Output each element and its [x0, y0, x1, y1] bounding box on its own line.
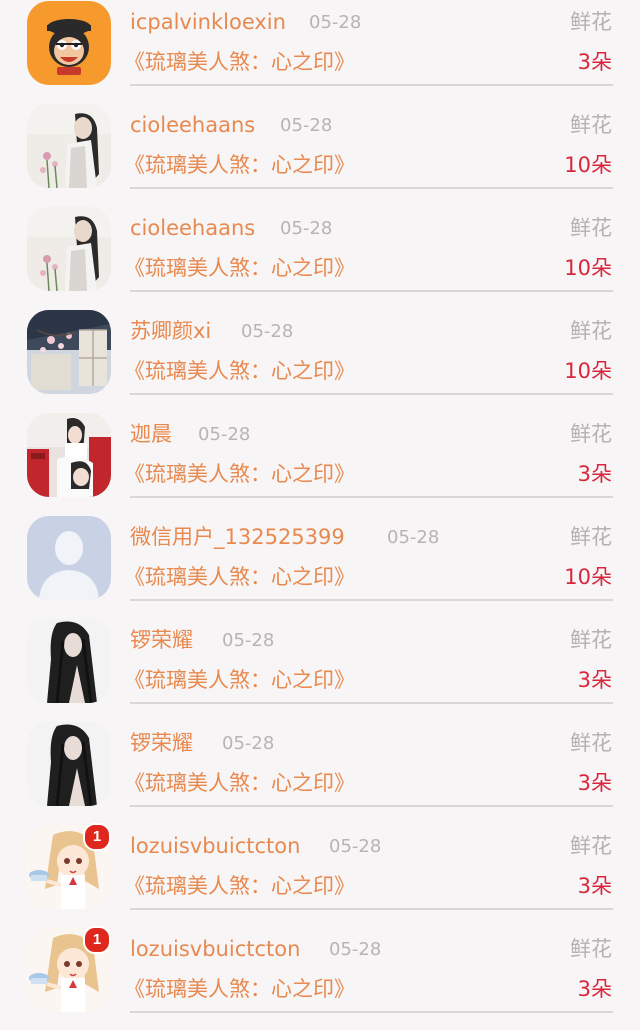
date: 05-28	[280, 218, 333, 239]
list-item[interactable]: 苏卿颜xi 05-28 鲜花 《琉璃美人煞：心之印》 10朵	[0, 309, 640, 412]
username[interactable]: 锣荣耀	[130, 729, 193, 757]
list-item[interactable]: icpalvinkloexin 05-28 鲜花 《琉璃美人煞：心之印》 3朵	[0, 0, 640, 103]
list-item[interactable]: 迦晨 05-28 鲜花 《琉璃美人煞：心之印》 3朵	[0, 412, 640, 515]
book-title[interactable]: 《琉璃美人煞：心之印》	[124, 768, 355, 798]
gift-type: 鲜花	[570, 113, 612, 137]
gift-type: 鲜花	[570, 216, 612, 240]
username[interactable]: 苏卿颜xi	[130, 317, 211, 345]
gift-type: 鲜花	[570, 319, 612, 343]
date: 05-28	[222, 630, 275, 651]
divider	[130, 1011, 613, 1013]
gift-record-list: icpalvinkloexin 05-28 鲜花 《琉璃美人煞：心之印》 3朵 …	[0, 0, 640, 1013]
username[interactable]: cioleehaans	[130, 111, 255, 139]
book-title[interactable]: 《琉璃美人煞：心之印》	[124, 871, 355, 901]
username[interactable]: 锣荣耀	[130, 626, 193, 654]
gift-count: 3朵	[577, 874, 612, 898]
notification-badge: 1	[83, 823, 111, 851]
list-item[interactable]: 锣荣耀 05-28 鲜花 《琉璃美人煞：心之印》 3朵	[0, 618, 640, 721]
gift-count: 3朵	[577, 462, 612, 486]
list-item[interactable]: 锣荣耀 05-28 鲜花 《琉璃美人煞：心之印》 3朵	[0, 721, 640, 824]
gift-count: 3朵	[577, 771, 612, 795]
date: 05-28	[329, 836, 382, 857]
list-item[interactable]: cioleehaans 05-28 鲜花 《琉璃美人煞：心之印》 10朵	[0, 206, 640, 309]
gift-type: 鲜花	[570, 731, 612, 755]
list-item[interactable]: cioleehaans 05-28 鲜花 《琉璃美人煞：心之印》 10朵	[0, 103, 640, 206]
book-title[interactable]: 《琉璃美人煞：心之印》	[124, 253, 355, 283]
gift-count: 10朵	[564, 565, 612, 589]
divider	[130, 84, 613, 86]
blossom-window-avatar[interactable]	[27, 310, 111, 394]
dark-hair-girl-avatar[interactable]	[27, 722, 111, 806]
gift-count: 10朵	[564, 153, 612, 177]
gift-count: 3朵	[577, 668, 612, 692]
date: 05-28	[387, 527, 440, 548]
notification-badge: 1	[83, 926, 111, 954]
gift-count: 3朵	[577, 50, 612, 74]
divider	[130, 805, 613, 807]
list-item[interactable]: 1 lozuisvbuictcton 05-28 鲜花 《琉璃美人煞：心之印》 …	[0, 926, 640, 1030]
book-title[interactable]: 《琉璃美人煞：心之印》	[124, 459, 355, 489]
book-title[interactable]: 《琉璃美人煞：心之印》	[124, 562, 355, 592]
username[interactable]: 迦晨	[130, 420, 172, 448]
date: 05-28	[280, 115, 333, 136]
gift-type: 鲜花	[570, 937, 612, 961]
username[interactable]: cioleehaans	[130, 214, 255, 242]
dark-hair-girl-avatar[interactable]	[27, 619, 111, 703]
gift-type: 鲜花	[570, 422, 612, 446]
gift-count: 10朵	[564, 256, 612, 280]
book-title[interactable]: 《琉璃美人煞：心之印》	[124, 356, 355, 386]
gift-count: 10朵	[564, 359, 612, 383]
list-item[interactable]: 微信用户_132525399 05-28 鲜花 《琉璃美人煞：心之印》 10朵	[0, 515, 640, 618]
gift-type: 鲜花	[570, 834, 612, 858]
date: 05-28	[329, 939, 382, 960]
divider	[130, 393, 613, 395]
girl-flowers-avatar[interactable]	[27, 207, 111, 291]
book-title[interactable]: 《琉璃美人煞：心之印》	[124, 665, 355, 695]
date: 05-28	[241, 321, 294, 342]
date: 05-28	[198, 424, 251, 445]
divider	[130, 187, 613, 189]
divider	[130, 496, 613, 498]
gift-type: 鲜花	[570, 10, 612, 34]
username[interactable]: icpalvinkloexin	[130, 8, 286, 36]
username[interactable]: lozuisvbuictcton	[130, 935, 300, 963]
date: 05-28	[222, 733, 275, 754]
divider	[130, 290, 613, 292]
default-user-avatar[interactable]	[27, 516, 111, 600]
book-title[interactable]: 《琉璃美人煞：心之印》	[124, 974, 355, 1004]
date: 05-28	[309, 12, 362, 33]
book-title[interactable]: 《琉璃美人煞：心之印》	[124, 47, 355, 77]
list-item[interactable]: 1 lozuisvbuictcton 05-28 鲜花 《琉璃美人煞：心之印》 …	[0, 823, 640, 927]
username[interactable]: 微信用户_132525399	[130, 523, 345, 551]
gift-type: 鲜花	[570, 628, 612, 652]
gift-type: 鲜花	[570, 525, 612, 549]
divider	[130, 908, 613, 910]
divider	[130, 599, 613, 601]
girl-flowers-avatar[interactable]	[27, 104, 111, 188]
username[interactable]: lozuisvbuictcton	[130, 832, 300, 860]
gift-count: 3朵	[577, 977, 612, 1001]
monkey-logo-avatar[interactable]	[27, 1, 111, 85]
book-title[interactable]: 《琉璃美人煞：心之印》	[124, 150, 355, 180]
girl-red-avatar[interactable]	[27, 413, 111, 497]
divider	[130, 702, 613, 704]
